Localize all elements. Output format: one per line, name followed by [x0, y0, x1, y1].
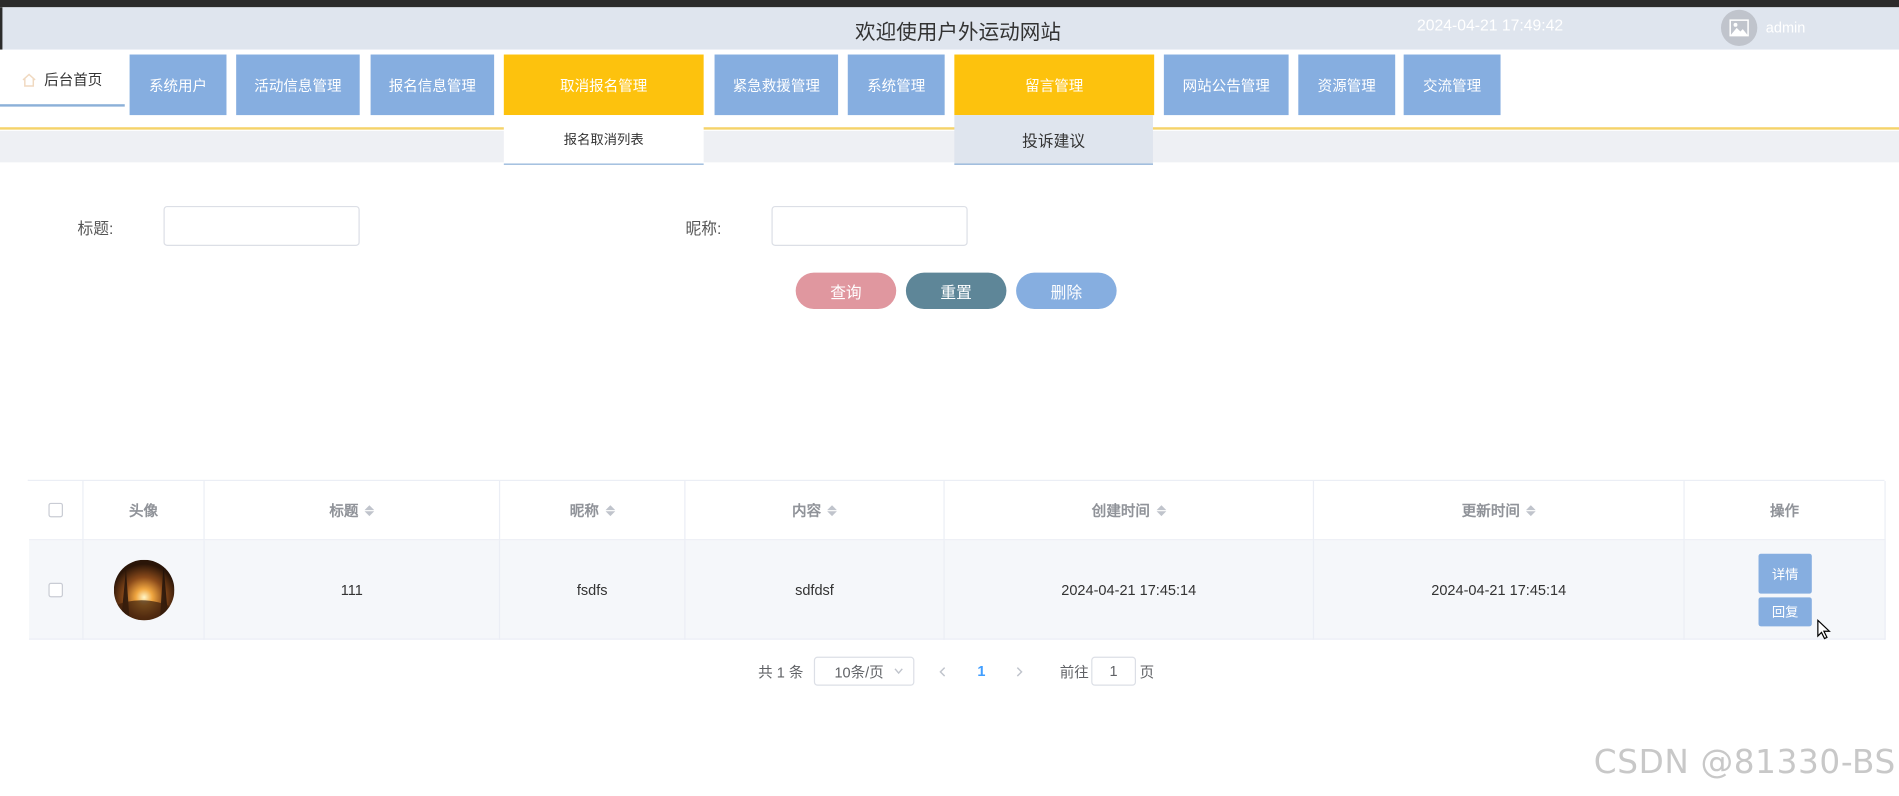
nav-menu-message-management[interactable]: 留言管理: [954, 54, 1155, 116]
app-window: 欢迎使用户外运动网站 2024-04-21 17:49:42 admin 后台首…: [0, 0, 1899, 796]
mouse-cursor-icon: [1817, 619, 1831, 640]
reset-button[interactable]: 重置: [905, 272, 1007, 309]
page-size-select[interactable]: 10条/页: [813, 656, 915, 686]
current-datetime: 2024-04-21 17:49:42: [1416, 15, 1564, 34]
nav-menu-signup-info[interactable]: 报名信息管理: [370, 54, 495, 116]
col-avatar: 头像: [83, 481, 205, 541]
select-all-checkbox[interactable]: [48, 502, 63, 518]
nav-home[interactable]: 后台首页: [0, 55, 125, 107]
col-title[interactable]: 标题: [204, 481, 501, 541]
nickname-label: 昵称:: [685, 219, 722, 238]
title-label: 标题:: [77, 219, 114, 238]
submenu-cancel-list[interactable]: 报名取消列表: [503, 115, 704, 165]
data-table: 头像 标题 昵称 内容 创建时间 更新时间 操作 111 fsdfs sdfds…: [27, 479, 1886, 640]
header-bar: 欢迎使用户外运动网站 2024-04-21 17:49:42 admin: [0, 7, 1899, 50]
delete-button[interactable]: 删除: [1016, 272, 1117, 309]
chevron-down-icon: [894, 668, 903, 675]
nav-menu-announcements[interactable]: 网站公告管理: [1163, 54, 1289, 116]
table-header: 头像 标题 昵称 内容 创建时间 更新时间 操作: [29, 481, 1886, 541]
goto-label: 前往: [1059, 663, 1089, 681]
nav-menu-system-users[interactable]: 系统用户: [129, 54, 227, 116]
image-placeholder-icon: [1729, 19, 1749, 37]
pagination-total: 共 1 条: [758, 663, 804, 681]
sort-icon[interactable]: [1155, 504, 1166, 516]
page-size-value: 10条/页: [834, 663, 884, 681]
reply-button[interactable]: 回复: [1758, 597, 1812, 627]
sort-icon[interactable]: [364, 504, 375, 516]
col-nickname-label: 昵称: [569, 502, 599, 520]
chevron-left-icon: [939, 666, 946, 676]
col-title-label: 标题: [329, 502, 359, 520]
page-number-current[interactable]: 1: [977, 657, 985, 686]
nickname-input[interactable]: [771, 205, 968, 246]
username[interactable]: admin: [1766, 19, 1806, 36]
row-avatar-image: [113, 559, 174, 620]
row-created: 2024-04-21 17:45:14: [944, 540, 1315, 640]
sort-icon[interactable]: [827, 504, 837, 516]
nav-menu-resources[interactable]: 资源管理: [1298, 54, 1396, 116]
row-avatar-cell: [83, 540, 205, 640]
col-updated[interactable]: 更新时间: [1314, 481, 1685, 541]
row-ops-cell: 详情 回复: [1684, 540, 1886, 640]
user-avatar[interactable]: [1720, 9, 1758, 47]
watermark: CSDN @81330-BS: [1593, 743, 1896, 782]
table-row: 111 fsdfs sdfdsf 2024-04-21 17:45:14 202…: [29, 540, 1886, 640]
site-title: 欢迎使用户外运动网站: [855, 20, 1061, 44]
col-content[interactable]: 内容: [685, 481, 945, 541]
sort-icon[interactable]: [1525, 504, 1536, 516]
nav-menu-communication[interactable]: 交流管理: [1403, 54, 1501, 116]
col-created[interactable]: 创建时间: [944, 481, 1315, 541]
row-select-cell: [29, 540, 84, 640]
query-button[interactable]: 查询: [795, 272, 897, 309]
col-content-label: 内容: [792, 502, 822, 520]
submenu-complaints[interactable]: 投诉建议: [954, 115, 1153, 165]
col-nickname[interactable]: 昵称: [500, 481, 686, 541]
row-content: sdfdsf: [685, 540, 945, 640]
top-strip: [0, 0, 1899, 8]
nav-menu-cancel-signup[interactable]: 取消报名管理: [503, 54, 704, 116]
nav-menu-activity-info[interactable]: 活动信息管理: [236, 54, 360, 116]
nav-home-label: 后台首页: [44, 71, 103, 89]
sub-bar: [0, 130, 1899, 163]
prev-page-button[interactable]: [939, 657, 946, 686]
row-updated: 2024-04-21 17:45:14: [1314, 540, 1685, 640]
row-nickname: fsdfs: [500, 540, 686, 640]
page-suffix: 页: [1139, 663, 1155, 681]
goto-page-input[interactable]: 1: [1091, 656, 1137, 686]
row-title: 111: [204, 540, 501, 640]
sort-icon[interactable]: [604, 504, 615, 516]
chevron-right-icon: [1016, 666, 1023, 676]
col-updated-label: 更新时间: [1461, 502, 1520, 520]
nav-menu-emergency-rescue[interactable]: 紧急救援管理: [714, 54, 839, 116]
col-ops: 操作: [1684, 481, 1886, 541]
select-all-cell: [29, 481, 84, 541]
home-icon: [23, 72, 37, 87]
detail-button[interactable]: 详情: [1758, 553, 1812, 594]
title-input[interactable]: [163, 205, 360, 246]
nav-menu-system-management[interactable]: 系统管理: [847, 54, 945, 116]
col-created-label: 创建时间: [1091, 502, 1150, 520]
main-nav: 后台首页 系统用户 活动信息管理 报名信息管理 取消报名管理 紧急救援管理 系统…: [0, 49, 1899, 130]
next-page-button[interactable]: [1016, 657, 1023, 686]
row-checkbox[interactable]: [48, 582, 63, 597]
